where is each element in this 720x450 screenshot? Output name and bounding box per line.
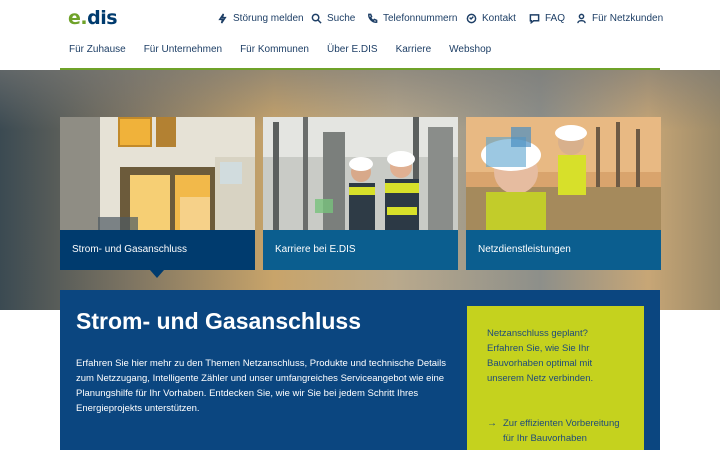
card-caption: Strom- und Gasanschluss <box>60 230 255 270</box>
user-icon <box>577 13 586 23</box>
card-strom-gas[interactable]: Strom- und Gasanschluss <box>60 117 255 270</box>
search-icon <box>311 13 322 24</box>
utility-label: Suche <box>327 12 356 24</box>
utility-link-netzkunden[interactable]: Für Netzkunden <box>576 11 663 25</box>
workers-image <box>263 117 458 230</box>
phone-icon <box>368 13 378 23</box>
nav-item-ueber[interactable]: Über E.DIS <box>327 44 378 62</box>
utility-link-faq[interactable]: FAQ <box>529 11 565 25</box>
logo-part2: dis <box>87 7 118 29</box>
utility-label: Für Netzkunden <box>592 12 664 24</box>
bolt-icon <box>218 13 227 23</box>
card-caption: Karriere bei E.DIS <box>263 230 458 270</box>
preparation-link[interactable]: → Zur effizienten Vorbereitung für Ihr B… <box>487 416 624 446</box>
utility-label: FAQ <box>545 12 566 24</box>
top-bar: e.dis Störung melden Suche Telefonnummer… <box>0 0 720 36</box>
info-box-text: Netzanschluss geplant? Erfahren Sie, wie… <box>487 328 594 384</box>
nav-item-kommunen[interactable]: Für Kommunen <box>240 44 309 62</box>
utility-link-stoerung[interactable]: Störung melden <box>217 11 304 25</box>
field-workers-image <box>466 117 661 230</box>
utility-label: Störung melden <box>233 12 304 24</box>
nav-item-webshop[interactable]: Webshop <box>449 44 491 62</box>
nav-item-unternehmen[interactable]: Für Unternehmen <box>144 44 222 62</box>
edis-logo[interactable]: e.dis <box>68 7 118 29</box>
contact-icon <box>466 13 477 23</box>
intro-text: Erfahren Sie hier mehr zu den Themen Net… <box>76 358 446 414</box>
arrow-right-icon: → <box>487 418 497 429</box>
utility-label: Kontakt <box>482 12 516 24</box>
card-karriere[interactable]: Karriere bei E.DIS <box>263 117 458 270</box>
nav-item-zuhause[interactable]: Für Zuhause <box>69 44 126 62</box>
chat-icon <box>529 13 540 24</box>
main-navigation: Für Zuhause Für Unternehmen Für Kommunen… <box>60 44 500 62</box>
utility-link-suche[interactable]: Suche <box>311 11 355 25</box>
logo-part1: e. <box>68 7 88 29</box>
utility-link-telefon[interactable]: Telefonnummern <box>367 11 457 25</box>
house-image <box>60 117 255 230</box>
utility-label: Telefonnummern <box>383 12 458 24</box>
card-caption: Netzdienstleistungen <box>466 230 661 270</box>
preparation-link-label: Zur effizienten Vorbereitung für Ihr Bau… <box>503 418 620 444</box>
card-netzdienstleistungen[interactable]: Netzdienstleistungen <box>466 117 661 270</box>
utility-link-kontakt[interactable]: Kontakt <box>466 11 516 25</box>
active-card-pointer <box>150 270 164 278</box>
page-title: Strom- und Gasanschluss <box>76 308 362 334</box>
info-box: Netzanschluss geplant? Erfahren Sie, wie… <box>467 306 644 450</box>
nav-item-karriere[interactable]: Karriere <box>396 44 432 62</box>
